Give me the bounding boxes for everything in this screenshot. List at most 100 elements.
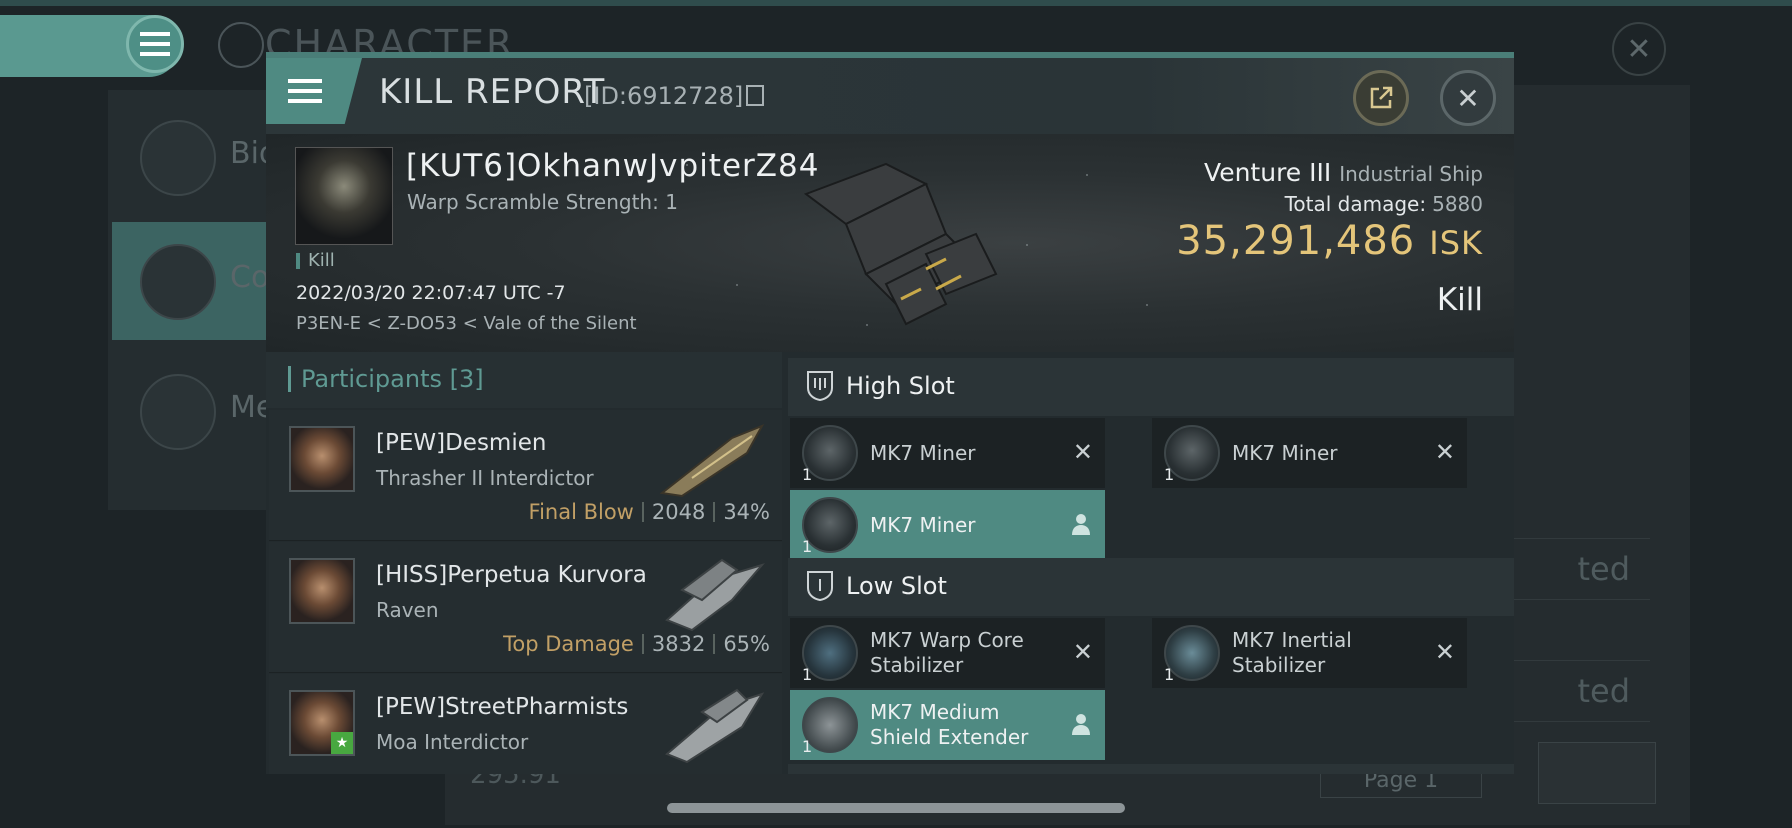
module-quantity: 1 (802, 665, 813, 684)
participant-name: [PEW]StreetPharmists (376, 694, 629, 720)
dialog-title: KILL REPORT (379, 72, 606, 112)
low-slot-icon (807, 571, 833, 602)
module-quantity: 1 (802, 537, 813, 556)
module-item[interactable]: 1 MK7 Miner ✕ (790, 418, 1105, 488)
background-row: ted (1490, 538, 1650, 600)
participant-damage: 3832 (651, 632, 706, 656)
module-quantity: 1 (802, 737, 813, 756)
total-damage: Total damage: 5880 (1285, 192, 1483, 216)
participant-name: [PEW]Desmien (376, 430, 547, 456)
participant-ship: Raven (376, 598, 439, 622)
victim-name[interactable]: [KUT6]OkhanwJvpiterZ84 (406, 148, 819, 184)
module-name: MK7 Medium Shield Extender (870, 700, 1029, 749)
participant-avatar[interactable] (289, 558, 355, 624)
victim-avatar[interactable] (295, 147, 393, 245)
destroyed-icon: ✕ (1072, 638, 1093, 666)
participant-ship-image (665, 688, 765, 764)
module-name: MK7 Miner (870, 440, 976, 465)
character-icon (218, 22, 264, 68)
top-damage-label: Top Damage (503, 632, 634, 656)
participants-title: Participants [3] (288, 366, 484, 392)
module-name: MK7 Miner (870, 512, 976, 537)
destroyed-icon: ✕ (1434, 638, 1455, 666)
hamburger-icon (288, 79, 322, 103)
background-row: ted (1490, 660, 1650, 722)
kill-id[interactable]: [ID:6912728] (584, 82, 765, 110)
participant-card[interactable]: [PEW]Desmien Thrasher II Interdictor Fin… (269, 410, 782, 541)
low-slot-label: Low Slot (846, 572, 947, 600)
sidebar-item-label: Co (230, 260, 270, 295)
participant-percent: 34% (723, 500, 770, 524)
ship-name[interactable]: Venture III Industrial Ship (1204, 158, 1483, 187)
participant-stats: Final Blow 2048 34% (529, 500, 770, 524)
participant-ship: Thrasher II Interdictor (376, 466, 594, 490)
destroyed-icon: ✕ (1434, 438, 1455, 466)
module-name: MK7 Warp Core Stabilizer (870, 628, 1024, 677)
total-damage-value: 5880 (1432, 192, 1483, 216)
copy-icon[interactable] (746, 85, 765, 106)
dropped-person-icon (1072, 714, 1090, 735)
victim-banner: [KUT6]OkhanwJvpiterZ84 Warp Scramble Str… (266, 134, 1514, 352)
main-menu-button[interactable] (126, 15, 184, 73)
module-quantity: 1 (802, 465, 813, 484)
hamburger-icon (140, 32, 170, 56)
participants-label: Participants (301, 365, 442, 393)
kill-id-text: [ID:6912728] (584, 82, 744, 110)
close-button[interactable]: ✕ (1440, 70, 1496, 126)
warp-scramble-strength: Warp Scramble Strength: 1 (407, 190, 678, 214)
kill-tag: Kill (296, 252, 335, 270)
external-link-icon (1370, 86, 1393, 109)
kill-time: 2022/03/20 22:07:47 UTC -7 (296, 282, 566, 304)
isk-unit: ISK (1429, 224, 1483, 262)
participant-percent: 65% (723, 632, 770, 656)
high-slot-header: High Slot (788, 358, 1514, 416)
dialog-menu-button[interactable] (266, 58, 362, 124)
low-slot-header: Low Slot (788, 558, 1514, 616)
participant-ship-image (665, 558, 765, 632)
close-icon: ✕ (1456, 81, 1480, 115)
module-item[interactable]: 1 MK7 Miner ✕ (1152, 418, 1467, 488)
high-slot-label: High Slot (846, 372, 955, 400)
module-quantity: 1 (1164, 665, 1175, 684)
background-close-button[interactable]: ✕ (1612, 22, 1666, 76)
star-icon: ★ (331, 732, 353, 754)
total-damage-label: Total damage: (1284, 192, 1427, 216)
list-icon (140, 120, 216, 196)
kill-location: P3EN-E < Z-DO53 < Vale of the Silent (296, 313, 637, 334)
top-status-line (0, 0, 1792, 6)
share-button[interactable] (1353, 70, 1409, 126)
swords-icon (140, 244, 216, 320)
ship-class: Industrial Ship (1339, 162, 1483, 186)
isk-value: 35,291,486 ISK (1176, 218, 1483, 264)
participant-avatar[interactable] (289, 426, 355, 492)
participant-stats: Top Damage 3832 65% (503, 632, 770, 656)
module-name: MK7 Miner (1232, 440, 1338, 465)
filter-button[interactable] (1538, 742, 1656, 804)
participant-card[interactable]: ★ [PEW]StreetPharmists Moa Interdictor (269, 674, 782, 774)
ship-name-text: Venture III (1204, 158, 1332, 187)
participants-header: Participants [3] (266, 352, 782, 408)
star-icon (140, 374, 216, 450)
dropped-person-icon (1072, 514, 1090, 535)
final-blow-label: Final Blow (528, 500, 634, 524)
module-item[interactable]: 1 MK7 Warp Core Stabilizer ✕ (790, 618, 1105, 688)
module-item[interactable]: 1 MK7 Inertial Stabilizer ✕ (1152, 618, 1467, 688)
home-indicator (667, 803, 1125, 813)
module-name: MK7 Inertial Stabilizer (1232, 628, 1352, 677)
module-item[interactable]: 1 MK7 Medium Shield Extender (790, 690, 1105, 760)
participant-card[interactable]: [HISS]Perpetua Kurvora Raven Top Damage 3… (269, 542, 782, 673)
ship-image (803, 162, 998, 326)
dialog-header: KILL REPORT [ID:6912728] ✕ (266, 58, 1514, 134)
result-label: Kill (1436, 282, 1483, 318)
destroyed-icon: ✕ (1072, 438, 1093, 466)
module-quantity: 1 (1164, 465, 1175, 484)
participant-damage: 2048 (651, 500, 706, 524)
module-item[interactable]: 1 MK7 Miner (790, 490, 1105, 560)
participant-ship-image (659, 424, 765, 498)
participant-name: [HISS]Perpetua Kurvora (376, 562, 647, 588)
high-slot-icon (807, 371, 833, 402)
isk-amount: 35,291,486 (1176, 218, 1416, 264)
participants-count: [3] (449, 365, 484, 393)
participant-ship: Moa Interdictor (376, 730, 529, 754)
mid-slot-header-partial (788, 764, 1514, 774)
